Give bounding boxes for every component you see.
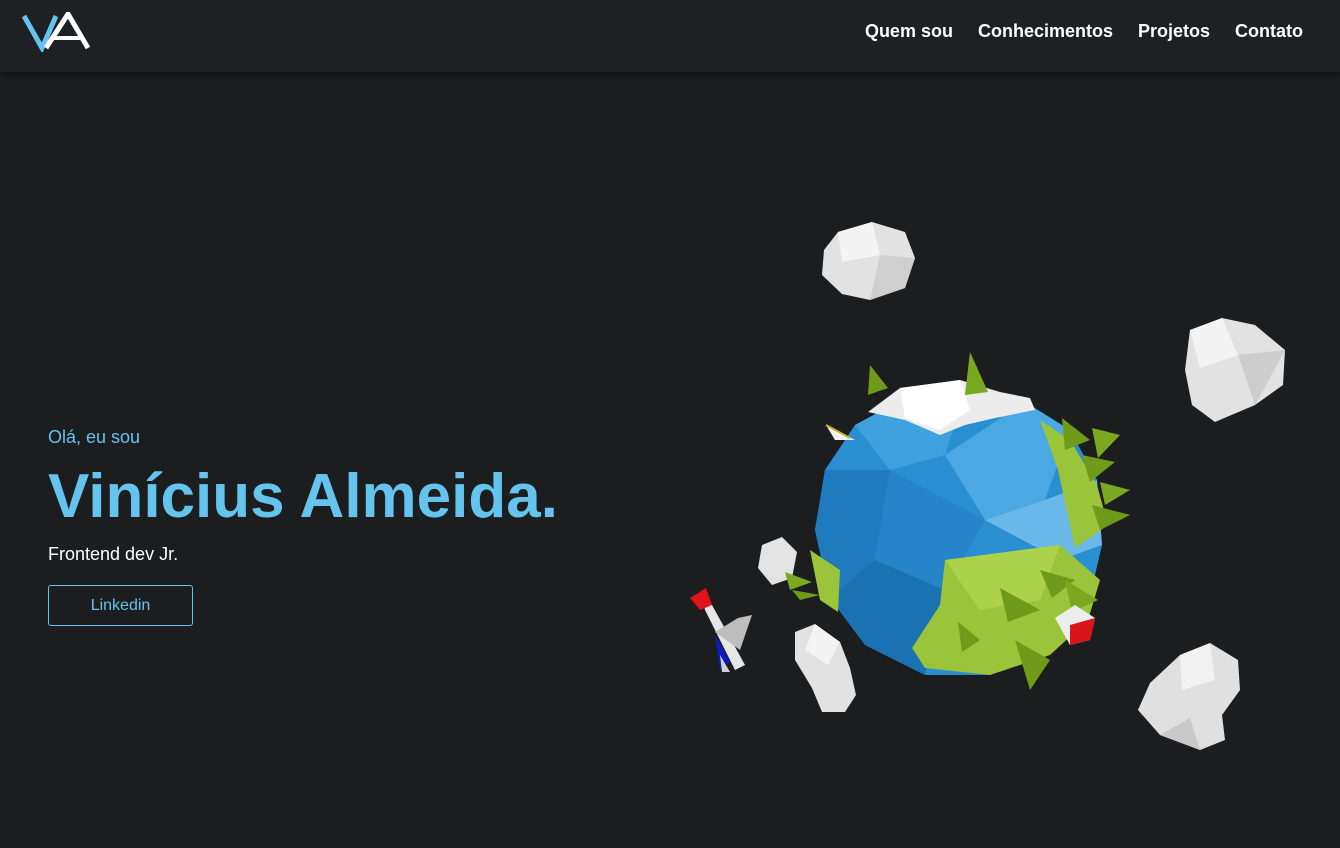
hero-name: Vinícius Almeida. xyxy=(48,462,558,531)
linkedin-button[interactable]: Linkedin xyxy=(48,585,193,626)
navbar: Quem sou Conhecimentos Projetos Contato xyxy=(0,0,1340,72)
nav-link-quem-sou[interactable]: Quem sou xyxy=(865,20,953,42)
nav-link-contato[interactable]: Contato xyxy=(1235,20,1303,42)
cloud-icon xyxy=(1138,643,1240,750)
cloud-icon xyxy=(822,222,915,300)
low-poly-planet-illustration xyxy=(690,222,1285,750)
nav-link-conhecimentos[interactable]: Conhecimentos xyxy=(978,20,1113,42)
hero-greeting: Olá, eu sou xyxy=(48,427,141,447)
airplane-icon xyxy=(690,588,752,672)
cloud-icon xyxy=(795,624,856,712)
hero-section: Olá, eu sou Vinícius Almeida. Frontend d… xyxy=(48,426,558,626)
nav-link-projetos[interactable]: Projetos xyxy=(1138,20,1210,42)
va-logo-icon[interactable] xyxy=(22,12,92,52)
nav-menu: Quem sou Conhecimentos Projetos Contato xyxy=(865,20,1303,42)
hero-role: Frontend dev Jr. xyxy=(48,544,179,564)
cloud-icon xyxy=(1185,318,1285,422)
